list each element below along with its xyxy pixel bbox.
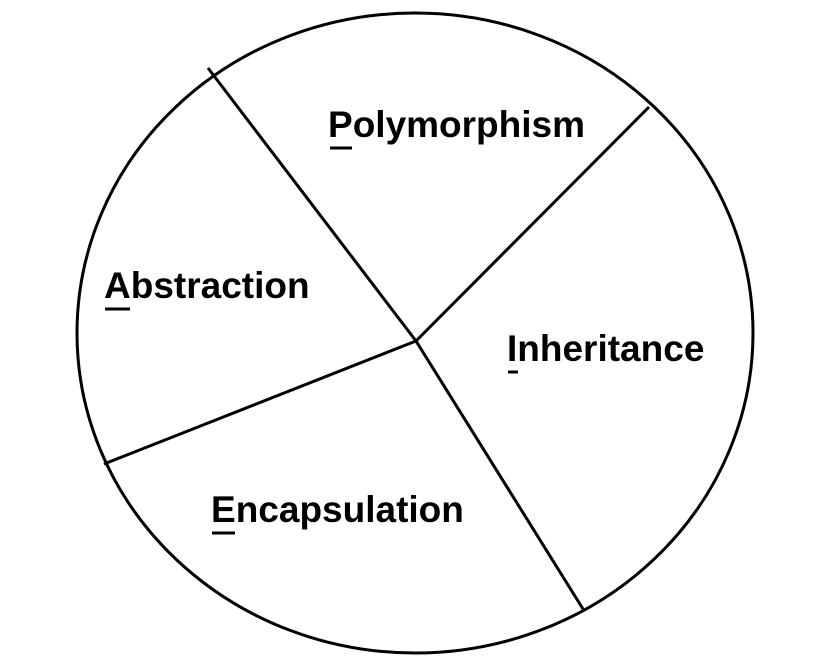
- segment-label-encapsulation: Encapsulation: [211, 489, 464, 530]
- segment-initial-polymorphism: P: [328, 104, 353, 145]
- segment-abstraction: Abstraction: [104, 265, 310, 311]
- segment-rest-inheritance: nheritance: [517, 328, 704, 369]
- segment-rest-polymorphism: olymorphism: [353, 104, 585, 145]
- segment-rest-abstraction: bstraction: [131, 265, 310, 306]
- segment-label-inheritance: Inheritance: [507, 328, 704, 369]
- segment-rest-encapsulation: ncapsulation: [236, 489, 464, 530]
- segment-encapsulation: Encapsulation: [211, 489, 464, 535]
- segment-initial-abstraction: A: [104, 265, 131, 306]
- oop-pillars-pie-diagram: Polymorphism Abstraction Inheritance Enc…: [75, 11, 755, 655]
- segment-label-polymorphism: Polymorphism: [328, 104, 585, 145]
- segment-label-abstraction: Abstraction: [104, 265, 310, 306]
- segment-inheritance: Inheritance: [507, 328, 704, 374]
- segment-polymorphism: Polymorphism: [328, 104, 585, 150]
- segment-initial-encapsulation: E: [211, 489, 236, 530]
- segment-initial-inheritance: I: [507, 328, 517, 369]
